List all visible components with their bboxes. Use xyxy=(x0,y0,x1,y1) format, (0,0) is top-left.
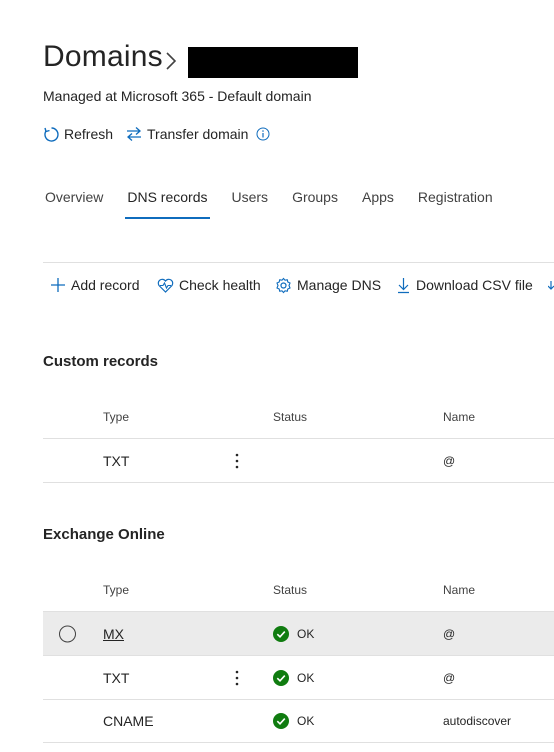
manage-dns-label: Manage DNS xyxy=(297,277,382,293)
column-header-type[interactable]: Type xyxy=(103,410,129,424)
record-type-link[interactable]: MX xyxy=(103,626,124,642)
row-select-radio[interactable] xyxy=(59,625,76,642)
record-name: autodiscover xyxy=(443,713,512,728)
tab-list: Overview DNS records Users Groups Apps R… xyxy=(43,187,515,219)
page-title: Domains xyxy=(43,40,163,73)
transfer-icon xyxy=(127,127,141,141)
column-header-status[interactable]: Status xyxy=(273,410,307,424)
column-header-name[interactable]: Name xyxy=(443,583,475,597)
table-row[interactable]: TXT OK @ xyxy=(43,656,554,700)
record-status: OK xyxy=(273,625,315,642)
gear-icon xyxy=(276,277,291,293)
check-health-button[interactable]: Check health xyxy=(157,275,261,295)
exchange-online-heading: Exchange Online xyxy=(43,526,165,543)
overflow-icon xyxy=(548,280,554,290)
info-icon[interactable] xyxy=(256,127,270,141)
toolbar-divider xyxy=(43,262,554,263)
record-type: TXT xyxy=(103,669,130,686)
heart-pulse-icon xyxy=(157,278,174,293)
transfer-domain-button[interactable]: Transfer domain xyxy=(125,124,274,144)
redacted-domain-name xyxy=(188,47,358,78)
table-row[interactable]: MX OK @ xyxy=(43,612,554,656)
column-header-name[interactable]: Name xyxy=(443,410,475,424)
check-circle-icon xyxy=(273,669,289,686)
status-text: OK xyxy=(297,626,315,641)
column-header-status[interactable]: Status xyxy=(273,583,307,597)
add-record-label: Add record xyxy=(71,277,140,293)
table-row[interactable]: TXT @ xyxy=(43,439,554,483)
add-record-button[interactable]: Add record xyxy=(50,275,139,295)
tab-overview[interactable]: Overview xyxy=(43,187,105,219)
status-text: OK xyxy=(297,713,315,728)
column-header-type[interactable]: Type xyxy=(103,583,129,597)
record-status: OK xyxy=(273,669,315,686)
refresh-button[interactable]: Refresh xyxy=(43,124,113,144)
tab-dns-records[interactable]: DNS records xyxy=(125,187,210,219)
more-options-icon[interactable] xyxy=(233,669,241,687)
check-circle-icon xyxy=(273,625,289,642)
download-csv-label: Download CSV file xyxy=(416,277,533,293)
refresh-label: Refresh xyxy=(64,126,114,142)
tab-users[interactable]: Users xyxy=(230,187,271,219)
download-csv-button[interactable]: Download CSV file xyxy=(396,275,533,295)
check-health-label: Check health xyxy=(179,277,261,293)
tab-registration[interactable]: Registration xyxy=(416,187,495,219)
tab-apps[interactable]: Apps xyxy=(360,187,396,219)
record-name: @ xyxy=(443,626,456,641)
download-icon xyxy=(398,277,409,293)
record-name: @ xyxy=(443,670,456,685)
record-type: CNAME xyxy=(103,712,154,729)
refresh-icon xyxy=(44,126,59,142)
transfer-domain-label: Transfer domain xyxy=(147,126,249,142)
more-options-icon[interactable] xyxy=(233,452,241,470)
plus-icon xyxy=(51,278,65,292)
record-status: OK xyxy=(273,712,315,729)
custom-records-heading: Custom records xyxy=(43,353,159,370)
manage-dns-button[interactable]: Manage DNS xyxy=(275,275,381,295)
status-text: OK xyxy=(297,670,315,685)
chevron-right-icon xyxy=(166,52,177,70)
overflow-toolbar-item[interactable] xyxy=(548,275,554,295)
check-circle-icon xyxy=(273,712,289,729)
tab-groups[interactable]: Groups xyxy=(290,187,340,219)
page-subtitle: Managed at Microsoft 365 - Default domai… xyxy=(43,88,312,104)
table-row[interactable]: CNAME OK autodiscover xyxy=(43,699,554,743)
record-name: @ xyxy=(443,453,456,468)
record-type: TXT xyxy=(103,452,130,469)
